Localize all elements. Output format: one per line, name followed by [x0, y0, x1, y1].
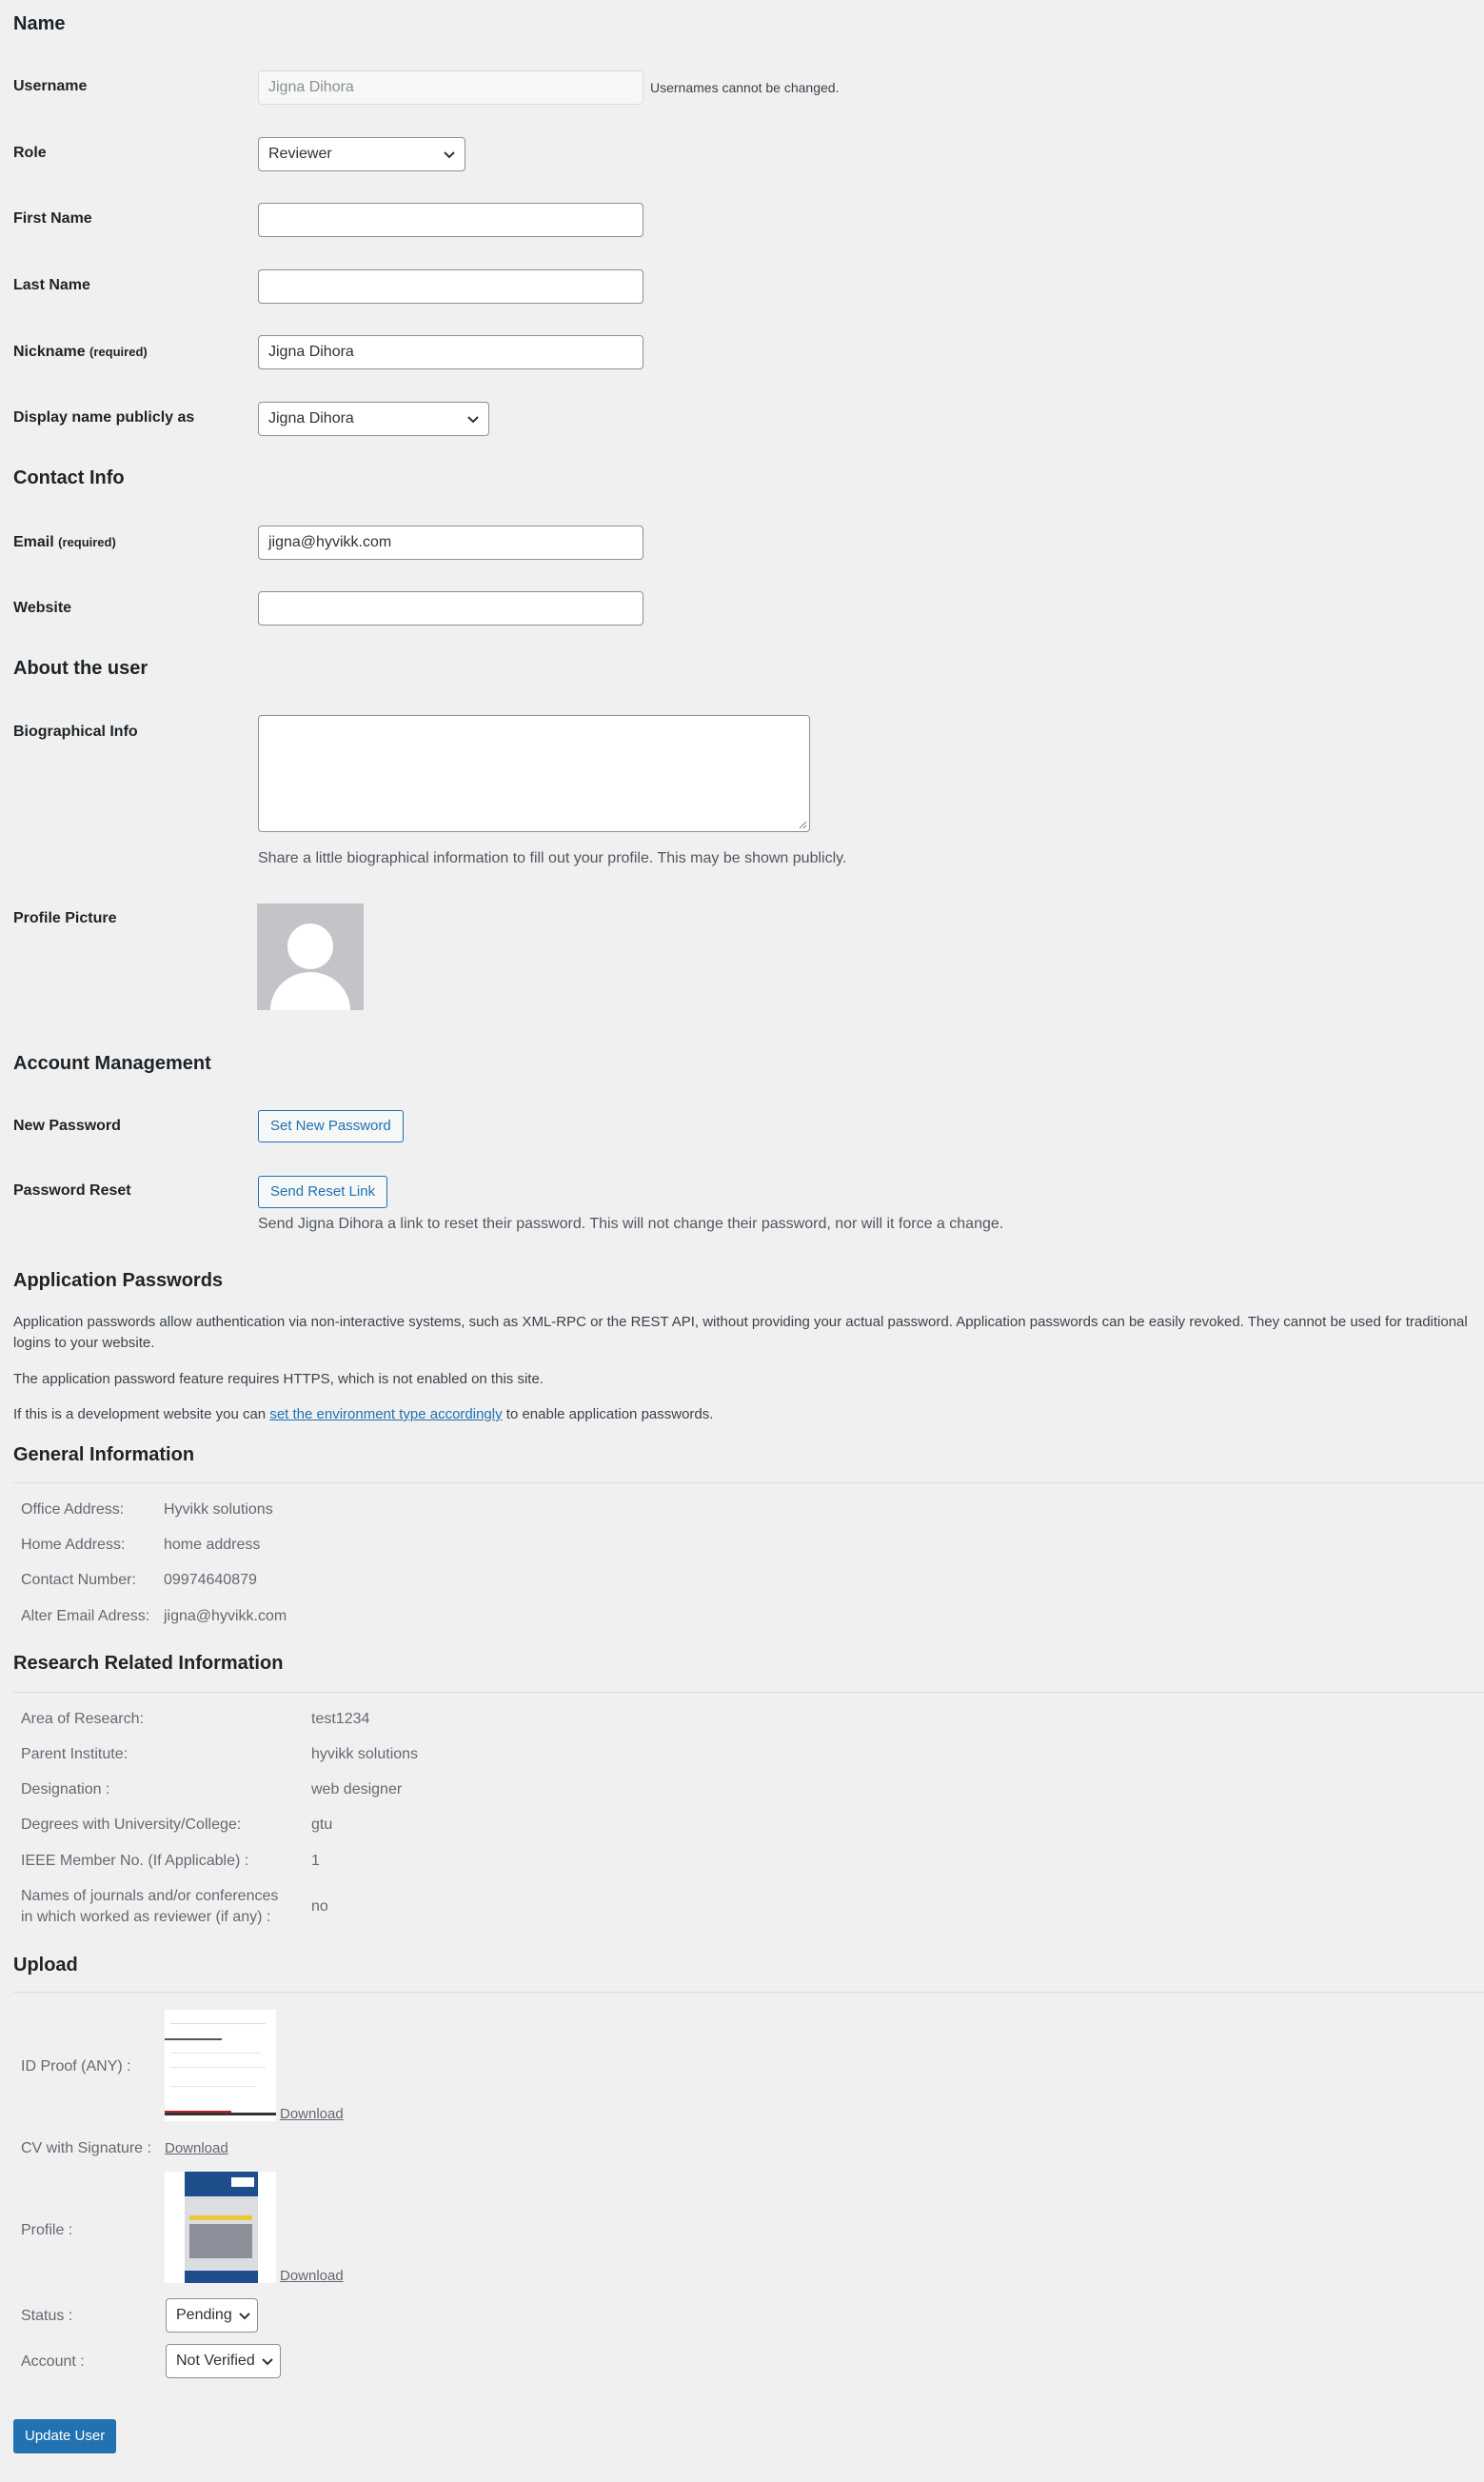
- degrees-value: gtu: [311, 1817, 333, 1833]
- home-address-label: Home Address:: [21, 1537, 126, 1553]
- journals-label-line2: in which worked as reviewer (if any) :: [21, 1909, 271, 1925]
- website-label: Website: [13, 600, 72, 616]
- parent-institute-label: Parent Institute:: [21, 1746, 129, 1762]
- contact-number-label: Contact Number:: [21, 1572, 136, 1588]
- section-title-account: Account Management: [13, 1053, 211, 1074]
- section-title-upload: Upload: [13, 1955, 78, 1976]
- send-reset-link-button[interactable]: Send Reset Link: [258, 1176, 388, 1208]
- contact-number-value: 09974640879: [164, 1572, 257, 1588]
- first-name-label: First Name: [13, 210, 92, 227]
- nickname-input[interactable]: Jigna Dihora: [258, 335, 643, 369]
- parent-institute-value: hyvikk solutions: [311, 1746, 419, 1762]
- cv-label: CV with Signature :: [21, 2140, 151, 2156]
- section-title-about: About the user: [13, 658, 148, 679]
- role-select[interactable]: Reviewer: [258, 137, 465, 171]
- divider: [13, 1692, 1484, 1693]
- profile-download-link[interactable]: Download: [280, 2268, 344, 2284]
- last-name-input[interactable]: [258, 269, 643, 304]
- dev-note-after: to enable application passwords.: [502, 1406, 714, 1422]
- ieee-member-value: 1: [311, 1853, 320, 1869]
- area-of-research-label: Area of Research:: [21, 1711, 144, 1727]
- update-user-button[interactable]: Update User: [13, 2419, 117, 2453]
- alter-email-value: jigna@hyvikk.com: [164, 1608, 287, 1624]
- app-passwords-https-note: The application password feature require…: [13, 1371, 544, 1387]
- new-password-label: New Password: [13, 1118, 121, 1134]
- section-title-research: Research Related Information: [13, 1653, 284, 1674]
- designation-label: Designation :: [21, 1781, 110, 1797]
- id-proof-thumbnail[interactable]: [165, 2010, 276, 2121]
- username-input: Jigna Dihora: [258, 70, 643, 105]
- email-input[interactable]: jigna@hyvikk.com: [258, 526, 643, 560]
- account-select[interactable]: Not Verified: [166, 2344, 281, 2378]
- designation-value: web designer: [311, 1781, 403, 1797]
- bio-textarea[interactable]: [258, 715, 810, 832]
- avatar: [257, 903, 364, 1010]
- cv-download-link[interactable]: Download: [165, 2140, 228, 2156]
- chevron-down-icon: [239, 2313, 250, 2320]
- id-proof-download-link[interactable]: Download: [280, 2106, 344, 2122]
- status-select[interactable]: Pending: [166, 2298, 258, 2333]
- chevron-down-icon: [444, 151, 455, 159]
- username-note: Usernames cannot be changed.: [650, 80, 840, 95]
- user-silhouette-icon: [270, 923, 350, 1010]
- role-label: Role: [13, 145, 47, 161]
- journals-label-line1: Names of journals and/or conferences: [21, 1888, 279, 1904]
- degrees-label: Degrees with University/College:: [21, 1817, 242, 1833]
- divider: [13, 1992, 1484, 1993]
- app-passwords-dev-note: If this is a development website you can…: [13, 1404, 713, 1425]
- website-input[interactable]: [258, 591, 643, 625]
- dev-note-before: If this is a development website you can: [13, 1406, 270, 1422]
- chevron-down-icon: [262, 2358, 273, 2366]
- divider: [13, 1482, 1484, 1483]
- office-address-label: Office Address:: [21, 1501, 125, 1518]
- username-label: Username: [13, 78, 88, 94]
- account-select-value: Not Verified: [176, 2353, 255, 2369]
- area-of-research-value: test1234: [311, 1711, 370, 1727]
- required-tag: (required): [89, 345, 148, 359]
- profile-thumbnail[interactable]: [165, 2172, 276, 2283]
- required-tag: (required): [58, 535, 116, 549]
- status-label: Status :: [21, 2308, 73, 2324]
- email-label-text: Email: [13, 534, 54, 550]
- environment-type-link[interactable]: set the environment type accordingly: [269, 1406, 502, 1422]
- last-name-label: Last Name: [13, 277, 90, 293]
- office-address-value: Hyvikk solutions: [164, 1501, 273, 1518]
- journals-value: no: [311, 1898, 328, 1915]
- ieee-member-label: IEEE Member No. (If Applicable) :: [21, 1853, 249, 1869]
- section-title-general: General Information: [13, 1444, 195, 1465]
- bio-description: Share a little biographical information …: [258, 850, 847, 866]
- display-name-select-value: Jigna Dihora: [268, 410, 354, 427]
- first-name-input[interactable]: [258, 203, 643, 237]
- nickname-label: Nickname (required): [13, 344, 148, 361]
- id-proof-label: ID Proof (ANY) :: [21, 2058, 131, 2075]
- nickname-label-text: Nickname: [13, 344, 86, 360]
- chevron-down-icon: [467, 416, 479, 424]
- password-reset-label: Password Reset: [13, 1182, 131, 1199]
- profile-upload-label: Profile :: [21, 2222, 73, 2238]
- email-label: Email (required): [13, 534, 116, 551]
- section-title-app-passwords: Application Passwords: [13, 1270, 224, 1291]
- section-title-name: Name: [13, 13, 66, 34]
- alter-email-label: Alter Email Adress:: [21, 1608, 150, 1624]
- role-select-value: Reviewer: [268, 146, 332, 162]
- status-select-value: Pending: [176, 2307, 232, 2323]
- bio-label: Biographical Info: [13, 724, 138, 740]
- display-name-label: Display name publicly as: [13, 409, 195, 426]
- profile-picture-label: Profile Picture: [13, 910, 117, 926]
- home-address-value: home address: [164, 1537, 261, 1553]
- app-passwords-intro: Application passwords allow authenticati…: [13, 1314, 1468, 1351]
- password-reset-description: Send Jigna Dihora a link to reset their …: [258, 1216, 1004, 1232]
- resize-handle-icon[interactable]: [798, 820, 807, 829]
- display-name-select[interactable]: Jigna Dihora: [258, 402, 489, 436]
- section-title-contact: Contact Info: [13, 467, 125, 488]
- set-new-password-button[interactable]: Set New Password: [258, 1110, 404, 1142]
- account-label: Account :: [21, 2353, 85, 2370]
